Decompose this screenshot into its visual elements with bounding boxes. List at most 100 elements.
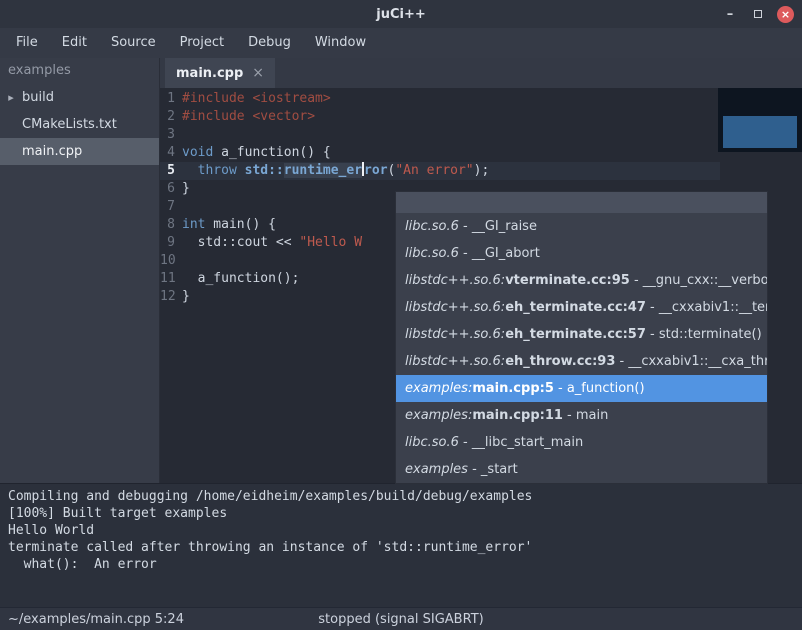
line-number: 6 [160,180,182,198]
stack-frame-item-2[interactable]: libstdc++.so.6:vterminate.cc:95 - __gnu_… [396,267,767,294]
menu-project[interactable]: Project [168,28,236,58]
menu-window[interactable]: Window [303,28,378,58]
frame-module: libc.so.6 [405,246,459,261]
line-number: 5 [160,162,182,180]
frame-location: eh_throw.cc:93 [505,354,615,369]
code-token: throw [198,163,237,178]
code-text: throw std::runtime_error("An error"); [182,162,489,180]
close-button[interactable]: × [777,6,794,23]
status-bar: stopped (signal SIGABRT) ~/examples/main… [0,607,802,630]
stack-frame-item-6[interactable]: examples:main.cpp:5 - a_function() [396,375,767,402]
line-number: 11 [160,270,182,288]
code-token [182,163,198,178]
file-path-status: ~/examples/main.cpp 5:24 [0,612,184,627]
menu-edit[interactable]: Edit [50,28,99,58]
stack-frame-item-3[interactable]: libstdc++.so.6:eh_terminate.cc:47 - __cx… [396,294,767,321]
stack-frame-item-0[interactable]: libc.so.6 - __GI_raise [396,213,767,240]
frame-location: eh_terminate.cc:57 [505,327,646,342]
line-number: 8 [160,216,182,234]
code-token: "An error" [395,163,473,178]
frame-module: libc.so.6 [405,219,459,234]
code-line-3[interactable]: 3 [160,126,802,144]
stack-frame-item-5[interactable]: libstdc++.so.6:eh_throw.cc:93 - __cxxabi… [396,348,767,375]
file-tree-panel: examples ▸buildCMakeLists.txtmain.cpp [0,58,160,483]
code-token: a_function(); [182,271,299,286]
editor-overlay-panel [718,88,802,152]
code-token: std::cout << [182,235,299,250]
code-text: std::cout << "Hello W [182,234,362,252]
app-window: juCi++ – × FileEditSourceProjectDebugWin… [0,0,802,630]
file-tree-item-build[interactable]: ▸build [0,84,159,111]
frame-symbol: - main [563,408,608,423]
code-token: ror [364,163,387,178]
code-line-4[interactable]: 4void a_function() { [160,144,802,162]
frame-location: main.cpp:11 [472,408,563,423]
tab-label: main.cpp [176,66,243,81]
window-title: juCi++ [376,7,426,22]
frame-module: examples [405,462,468,477]
frame-module: libstdc++.so.6: [405,300,505,315]
code-token: "Hello W [299,235,362,250]
terminal-line-0: Compiling and debugging /home/eidheim/ex… [8,488,794,505]
code-token [237,163,245,178]
frame-module: examples: [405,381,472,396]
tab-close-icon[interactable]: × [252,65,264,81]
code-token: } [182,289,190,304]
menubar: FileEditSourceProjectDebugWindow [0,28,802,58]
minimize-button[interactable]: – [721,5,739,23]
code-text: a_function(); [182,270,299,288]
file-tree-item-main-cpp[interactable]: main.cpp [0,138,159,165]
file-tree: ▸build CMakeLists.txt main.cpp [0,84,159,165]
frame-symbol: - __GI_raise [459,219,537,234]
terminal-line-4: what(): An error [8,556,794,573]
frame-symbol: - __GI_abort [459,246,540,261]
code-text: #include <iostream> [182,90,331,108]
terminal-line-2: Hello World [8,522,794,539]
terminal-line-3: terminate called after throwing an insta… [8,539,794,556]
code-token: #include <iostream> [182,91,331,106]
line-number: 12 [160,288,182,306]
code-token: #include <vector> [182,109,315,124]
code-text: } [182,288,190,306]
stack-frame-item-9[interactable]: examples - _start [396,456,767,483]
frame-symbol: - __cxxabiv1::__cxa_thro [615,354,767,369]
stack-frame-item-4[interactable]: libstdc++.so.6:eh_terminate.cc:57 - std:… [396,321,767,348]
file-label: main.cpp [22,144,82,159]
expander-icon[interactable]: ▸ [4,91,18,104]
code-line-1[interactable]: 1#include <iostream> [160,90,802,108]
code-token: a_function() { [213,145,330,160]
frame-location: vterminate.cc:95 [505,273,630,288]
code-token: ); [474,163,490,178]
stack-frame-item-1[interactable]: libc.so.6 - __GI_abort [396,240,767,267]
file-label: CMakeLists.txt [22,117,117,132]
frame-symbol: - _start [468,462,518,477]
maximize-button[interactable] [749,5,767,23]
menu-file[interactable]: File [4,28,50,58]
stack-frame-item-8[interactable]: libc.so.6 - __libc_start_main [396,429,767,456]
code-text: #include <vector> [182,108,315,126]
frame-module: examples: [405,408,472,423]
output-terminal[interactable]: Compiling and debugging /home/eidheim/ex… [0,483,802,607]
line-number: 7 [160,198,182,216]
line-number: 10 [160,252,182,270]
line-number: 3 [160,126,182,144]
frame-location: main.cpp:5 [472,381,554,396]
menu-debug[interactable]: Debug [236,28,303,58]
code-line-5[interactable]: 5 throw std::runtime_error("An error"); [160,162,720,180]
restore-icon [754,10,762,18]
tab-bar: main.cpp × [160,58,802,88]
tab-main-cpp[interactable]: main.cpp × [165,58,275,88]
frame-module: libstdc++.so.6: [405,273,505,288]
code-token: std:: [245,163,284,178]
stack-trace-popup: libc.so.6 - __GI_raiselibc.so.6 - __GI_a… [395,191,768,484]
line-number: 9 [160,234,182,252]
code-line-2[interactable]: 2#include <vector> [160,108,802,126]
line-number: 4 [160,144,182,162]
menu-source[interactable]: Source [99,28,168,58]
popup-header [396,192,767,213]
file-tree-item-cmakelists-txt[interactable]: CMakeLists.txt [0,111,159,138]
titlebar[interactable]: juCi++ – × [0,0,802,28]
terminal-line-1: [100%] Built target examples [8,505,794,522]
code-token: int [182,217,205,232]
stack-frame-item-7[interactable]: examples:main.cpp:11 - main [396,402,767,429]
